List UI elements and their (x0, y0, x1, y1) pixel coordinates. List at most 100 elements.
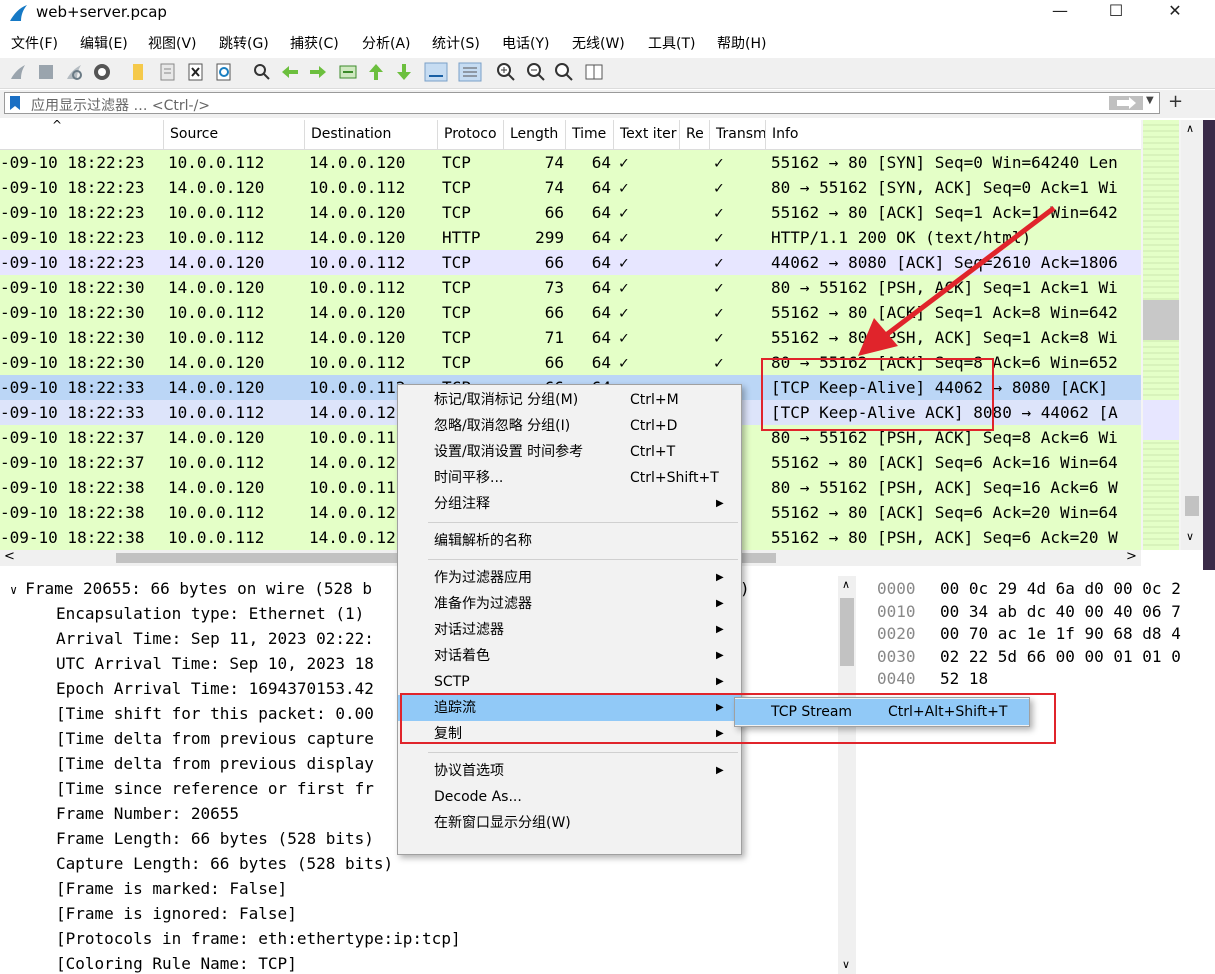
scroll-right-icon[interactable]: > (1126, 549, 1137, 564)
column-re-header[interactable]: Re (680, 120, 710, 149)
go-to-packet-icon[interactable] (338, 62, 358, 82)
detail-field[interactable]: [Frame is ignored: False] (56, 901, 297, 926)
menu-wireless[interactable]: 无线(W) (572, 33, 625, 53)
scroll-left-icon[interactable]: < (4, 549, 15, 564)
packet-row[interactable]: -09-10 18:22:23 14.0.0.120 10.0.0.112 TCP 74… (0, 175, 1141, 200)
detail-field[interactable]: [Protocols in frame: eth:ethertype:ip:tc… (56, 926, 461, 951)
column-source-header[interactable]: Source (164, 120, 305, 149)
save-file-icon[interactable] (158, 62, 178, 82)
menu-analyze[interactable]: 分析(A) (362, 33, 411, 53)
go-first-packet-icon[interactable] (366, 62, 386, 82)
context-menu-item[interactable]: 分组注释 ▶ (398, 491, 741, 517)
add-filter-button-icon[interactable]: + (1168, 91, 1183, 112)
column-transmit-header[interactable]: Transm (710, 120, 766, 149)
start-capture-icon[interactable] (8, 62, 28, 82)
hex-row[interactable]: 0000 00 0c 29 4d 6a d0 00 0c 2 (862, 577, 1215, 600)
hex-row[interactable]: 0040 52 18 (862, 667, 1215, 690)
packet-row[interactable]: -09-10 18:22:23 10.0.0.112 14.0.0.120 TCP 74… (0, 150, 1141, 175)
detail-field[interactable]: Epoch Arrival Time: 1694370153.42 (56, 676, 374, 701)
resize-columns-icon[interactable] (584, 62, 604, 82)
normal-size-icon[interactable] (554, 62, 574, 82)
column-destination-header[interactable]: Destination (305, 120, 438, 149)
maximize-button[interactable]: ☐ (1087, 0, 1145, 24)
menu-capture[interactable]: 捕获(C) (290, 33, 339, 53)
go-last-packet-icon[interactable] (394, 62, 414, 82)
close-button[interactable]: ✕ (1146, 0, 1204, 24)
context-menu-item[interactable]: 准备作为过滤器 ▶ (398, 591, 741, 617)
capture-options-icon[interactable] (92, 62, 112, 82)
scrollbar-thumb[interactable] (1185, 496, 1199, 516)
detail-field[interactable]: UTC Arrival Time: Sep 10, 2023 18 (56, 651, 374, 676)
column-time-header[interactable]: ^ (0, 120, 164, 149)
detail-field[interactable]: [Coloring Rule Name: TCP] (56, 951, 297, 974)
minimize-button[interactable]: — (1031, 0, 1089, 24)
menu-go[interactable]: 跳转(G) (219, 33, 269, 53)
detail-field[interactable]: [Time delta from previous display (56, 751, 374, 776)
detail-scroll-down-icon[interactable]: ∨ (842, 958, 850, 971)
detail-field[interactable]: Frame Number: 20655 (56, 801, 239, 826)
pkt-check-1: ✓ (619, 178, 629, 197)
menu-help[interactable]: 帮助(H) (717, 33, 766, 53)
context-menu-item[interactable]: 对话着色 ▶ (398, 643, 741, 669)
scroll-down-icon[interactable]: ∨ (1186, 530, 1194, 543)
menu-separator (428, 752, 738, 753)
context-menu-item[interactable]: Decode As... (398, 784, 741, 810)
menu-edit[interactable]: 编辑(E) (80, 33, 128, 53)
hex-row[interactable]: 0020 00 70 ac 1e 1f 90 68 d8 4 (862, 622, 1215, 645)
filter-history-dropdown-icon[interactable]: ▼ (1146, 95, 1154, 106)
column-time2-header[interactable]: Time (566, 120, 614, 149)
reload-file-icon[interactable] (214, 62, 234, 82)
find-packet-icon[interactable] (252, 62, 272, 82)
column-length-header[interactable]: Length (504, 120, 566, 149)
detail-field[interactable]: Arrival Time: Sep 11, 2023 02:22: (56, 626, 374, 651)
apply-filter-arrow-icon[interactable] (1109, 96, 1143, 110)
context-menu-item[interactable]: 忽略/取消忽略 分组(I) Ctrl+D (398, 413, 741, 439)
auto-scroll-icon[interactable] (424, 62, 448, 82)
context-menu-item[interactable]: 作为过滤器应用 ▶ (398, 565, 741, 591)
go-back-icon[interactable] (280, 62, 300, 82)
context-menu-item[interactable]: 编辑解析的名称 (398, 528, 741, 554)
detail-field[interactable]: [Frame is marked: False] (56, 876, 287, 901)
detail-field[interactable]: [Time since reference or first fr (56, 776, 374, 801)
bookmark-icon[interactable] (9, 95, 21, 111)
hex-row[interactable]: 0010 00 34 ab dc 40 00 40 06 7 (862, 600, 1215, 623)
close-file-icon[interactable] (186, 62, 206, 82)
context-menu-item[interactable]: 协议首选项 ▶ (398, 758, 741, 784)
menu-telephony[interactable]: 电话(Y) (502, 33, 549, 53)
packet-minimap[interactable] (1141, 120, 1181, 550)
expand-toggle-icon[interactable]: ∨ (10, 583, 17, 597)
context-menu-item[interactable]: SCTP ▶ (398, 669, 741, 695)
detail-field[interactable]: Frame Length: 66 bytes (528 bits) (56, 826, 374, 851)
column-info-header[interactable]: Info (766, 120, 1141, 149)
context-menu-item[interactable]: 对话过滤器 ▶ (398, 617, 741, 643)
open-file-icon[interactable] (128, 62, 148, 82)
stop-capture-icon[interactable] (36, 62, 56, 82)
detail-field[interactable]: Capture Length: 66 bytes (528 bits) (56, 851, 393, 876)
detail-scroll-up-icon[interactable]: ∧ (842, 578, 850, 591)
menu-view[interactable]: 视图(V) (148, 33, 197, 53)
context-menu-item[interactable]: 标记/取消标记 分组(M) Ctrl+M (398, 387, 741, 413)
detail-field[interactable]: [Time shift for this packet: 0.00 (56, 701, 374, 726)
context-menu-item[interactable]: 在新窗口显示分组(W) (398, 810, 741, 836)
packet-list-scrollbar[interactable]: ∧ ∨ (1181, 120, 1203, 550)
menu-statistics[interactable]: 统计(S) (432, 33, 480, 53)
menu-tools[interactable]: 工具(T) (648, 33, 695, 53)
colorize-icon[interactable] (458, 62, 482, 82)
detail-field[interactable]: [Time delta from previous capture (56, 726, 374, 751)
display-filter-input[interactable]: 应用显示过滤器 … <Ctrl-/> ▼ (4, 92, 1160, 114)
detail-scrollbar-thumb[interactable] (840, 598, 854, 666)
detail-field[interactable]: Encapsulation type: Ethernet (1) (56, 601, 364, 626)
context-menu-item[interactable]: 时间平移... Ctrl+Shift+T (398, 465, 741, 491)
hex-row[interactable]: 0030 02 22 5d 66 00 00 01 01 0 (862, 645, 1215, 668)
detail-scrollbar[interactable]: ∧ ∨ (838, 576, 856, 974)
context-menu-item[interactable]: 设置/取消设置 时间参考 Ctrl+T (398, 439, 741, 465)
scroll-up-icon[interactable]: ∧ (1186, 122, 1194, 135)
frame-tree-node[interactable]: ∨ Frame 20655: 66 bytes on wire (528 b (10, 576, 372, 601)
zoom-out-icon[interactable] (526, 62, 546, 82)
menu-file[interactable]: 文件(F) (11, 33, 58, 53)
go-forward-icon[interactable] (308, 62, 328, 82)
zoom-in-icon[interactable] (496, 62, 516, 82)
column-protocol-header[interactable]: Protoco (438, 120, 504, 149)
column-text-item-header[interactable]: Text iter (614, 120, 680, 149)
restart-capture-icon[interactable] (64, 62, 84, 82)
